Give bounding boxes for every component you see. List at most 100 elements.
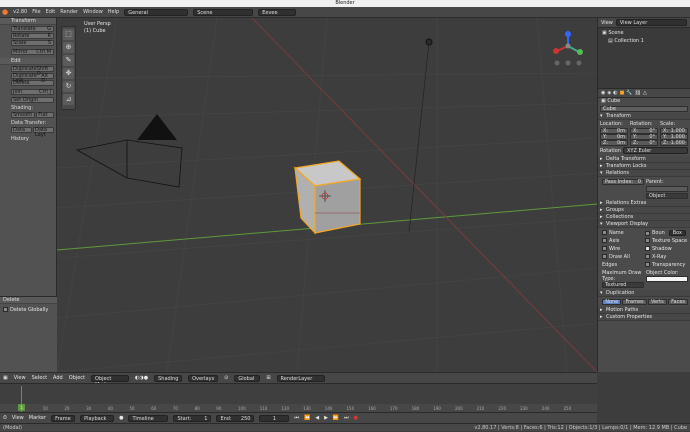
delta-transform-section[interactable]: Delta Transform xyxy=(598,156,690,163)
start-frame-field[interactable]: Start: 1 xyxy=(173,414,212,422)
collections-section[interactable]: Collections xyxy=(598,214,690,221)
pass-index-field[interactable]: Pass Index: 0 xyxy=(602,179,644,185)
motion-paths-section[interactable]: Motion Paths xyxy=(598,307,690,314)
tl-playback-dropdown[interactable]: Playback xyxy=(80,414,115,422)
outliner-collection-row[interactable]: ▤ Collection 1 xyxy=(608,38,690,44)
3d-viewport[interactable]: User Persp (1) Cube xyxy=(57,18,597,372)
jump-start-icon[interactable]: ⏮ xyxy=(294,415,299,421)
custom-properties-section[interactable]: Custom Properties xyxy=(598,314,690,321)
dup-none-button[interactable]: None xyxy=(602,299,622,305)
move-tool-icon[interactable]: ✥ xyxy=(63,68,74,79)
max-draw-type-dropdown[interactable]: Textured xyxy=(602,282,644,288)
workspace-selector[interactable]: General xyxy=(124,8,189,16)
object-name-field[interactable]: Cube xyxy=(600,106,688,112)
blender-logo-icon[interactable]: ● xyxy=(2,8,8,16)
object-color-swatch[interactable] xyxy=(646,276,688,282)
shading-dropdown[interactable]: Shading xyxy=(154,374,183,382)
vp-menu-view[interactable]: View xyxy=(14,375,26,381)
cube-object[interactable] xyxy=(293,160,362,235)
shading-modes-icon[interactable]: ◐◑● xyxy=(135,375,148,381)
transform-panel-header[interactable]: Transform xyxy=(0,18,56,25)
menu-edit[interactable]: Edit xyxy=(46,9,56,15)
viewport-scene[interactable] xyxy=(57,18,597,372)
shadow-checked-icon[interactable] xyxy=(645,246,650,251)
set-origin-button[interactable]: Set Origin xyxy=(11,97,54,103)
rotation-z-field[interactable]: Z: 0° xyxy=(630,140,658,146)
navigation-gizmo[interactable] xyxy=(553,31,583,55)
bounds-checkbox-row[interactable]: Boun Box xyxy=(645,229,688,237)
camera-view-gizmo-icon[interactable] xyxy=(576,60,582,66)
annotate-tool-icon[interactable]: ✎ xyxy=(63,55,74,66)
menu-help[interactable]: Help xyxy=(108,9,119,15)
tl-menu-marker[interactable]: Marker xyxy=(29,415,46,421)
timeline-keyframe-area[interactable] xyxy=(0,384,597,404)
viewport-display-section-header[interactable]: Viewport Display xyxy=(598,221,690,228)
jump-key-back-icon[interactable]: ⏪ xyxy=(304,415,310,421)
relations-section-header[interactable]: Relations xyxy=(598,170,690,177)
axis-checkbox-row[interactable]: Axis xyxy=(602,237,645,245)
play-reverse-icon[interactable]: ◀ xyxy=(315,415,319,421)
tl-menu-view[interactable]: View xyxy=(12,415,24,421)
current-frame-field[interactable]: 1 xyxy=(259,414,290,422)
join-button[interactable]: Join Ctrl J xyxy=(11,89,54,95)
texture-space-checkbox-row[interactable]: Texture Space xyxy=(645,237,688,245)
duplicate-button[interactable]: Duplicate Shift D xyxy=(11,66,54,77)
menu-render[interactable]: Render xyxy=(60,9,78,15)
rotation-mode-dropdown[interactable]: XYZ Euler xyxy=(623,147,688,154)
orientation-dropdown[interactable]: Global xyxy=(234,374,261,382)
data-button[interactable]: Data xyxy=(11,127,32,133)
jump-key-forward-icon[interactable]: ⏩ xyxy=(333,415,339,421)
render-layer-dropdown[interactable]: RenderLayer xyxy=(276,374,325,382)
relations-extras-section[interactable]: Relations Extras xyxy=(598,200,690,207)
bounds-type-dropdown[interactable]: Box xyxy=(668,230,686,236)
transparency-checkbox-row[interactable]: Transparency xyxy=(645,261,688,269)
edit-panel-header[interactable]: Edit xyxy=(0,58,56,65)
record-icon[interactable]: ● xyxy=(354,415,358,421)
name-checkbox-row[interactable]: Name xyxy=(602,229,645,237)
duplication-section-header[interactable]: Duplication xyxy=(598,290,690,297)
constraint-tab-icon[interactable]: ⛓ xyxy=(635,90,641,96)
vp-menu-add[interactable]: Add xyxy=(53,375,63,381)
modifier-tab-icon[interactable]: 🔧 xyxy=(626,90,632,96)
scene-selector[interactable]: Scene xyxy=(193,8,254,16)
xray-checkbox-row[interactable]: X-Ray xyxy=(645,253,688,261)
flat-button[interactable]: Flat xyxy=(36,112,54,118)
groups-section[interactable]: Groups xyxy=(598,207,690,214)
transform-locks-section[interactable]: Transform Locks xyxy=(598,163,690,170)
shadow-checkbox-row[interactable]: Shadow xyxy=(645,245,688,253)
outliner-scene-row[interactable]: ▣ Scene xyxy=(602,30,690,36)
delete-globally-checkbox[interactable] xyxy=(3,307,8,312)
lamp-icon[interactable] xyxy=(425,38,433,46)
delete-globally-row[interactable]: Delete Globally xyxy=(3,307,57,313)
dup-faces-button[interactable]: Faces xyxy=(668,299,689,305)
data-layout-button[interactable]: Data Layt xyxy=(33,127,54,138)
dup-verts-button[interactable]: Verts xyxy=(647,299,668,305)
cursor-tool-icon[interactable]: ⊕ xyxy=(63,42,74,53)
menu-file[interactable]: File xyxy=(32,9,40,15)
menu-window[interactable]: Window xyxy=(83,9,103,15)
pivot-icon[interactable]: ⊙ xyxy=(224,375,228,381)
vp-menu-object[interactable]: Object xyxy=(69,375,85,381)
tl-frame-dropdown[interactable]: Frame xyxy=(51,414,76,422)
location-z-field[interactable]: Z: 0m xyxy=(600,140,628,146)
data-tab-icon[interactable]: △ xyxy=(643,90,647,96)
view-layer-selector[interactable]: View Layer xyxy=(615,19,687,26)
timeline-editor-icon[interactable]: ⏱ xyxy=(3,415,7,421)
history-panel-header[interactable]: History xyxy=(0,136,56,143)
scene-tab-icon[interactable]: ◈ xyxy=(607,90,611,96)
overlays-dropdown[interactable]: Overlays xyxy=(188,374,219,382)
draw-all-edges-checkbox-row[interactable]: Draw All Edges xyxy=(602,253,645,268)
vp-menu-select[interactable]: Select xyxy=(32,375,47,381)
smooth-button[interactable]: Smooth xyxy=(11,112,36,118)
timeline-area[interactable]: 1 0 10 20 30 40 50 60 70 80 90 100 110 120 130 140 150 1… xyxy=(0,383,597,412)
world-tab-icon[interactable]: ◐ xyxy=(613,90,617,96)
pan-gizmo-icon[interactable] xyxy=(565,60,571,66)
parent-type-dropdown[interactable]: Object xyxy=(646,193,688,199)
dup-frames-button[interactable]: Frames xyxy=(622,299,647,305)
camera-object[interactable] xyxy=(75,139,183,188)
parent-field[interactable] xyxy=(646,186,688,192)
mirror-button[interactable]: Mirror Ctrl M xyxy=(11,49,54,55)
editor-type-icon[interactable]: ▣ xyxy=(3,375,8,381)
delete-operator-header[interactable]: Delete xyxy=(0,297,57,304)
object-tab-icon[interactable]: ■ xyxy=(620,90,625,96)
